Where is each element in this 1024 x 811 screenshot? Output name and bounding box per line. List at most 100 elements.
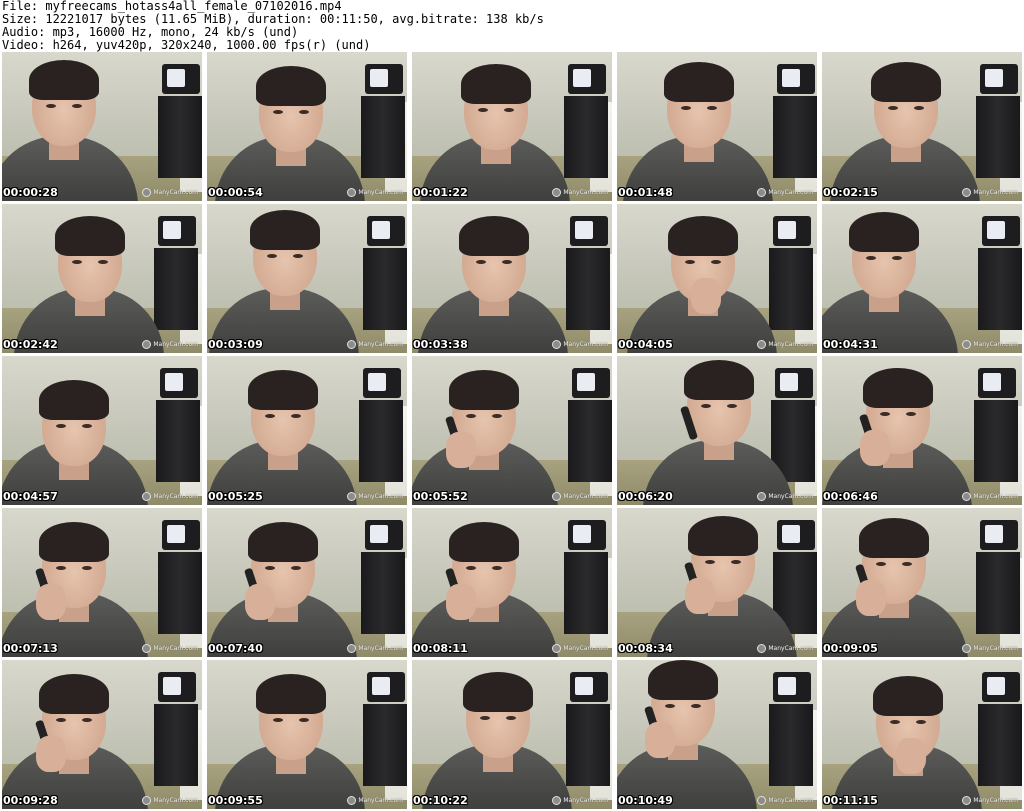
manycam-watermark: ManyCam.com: [552, 340, 608, 349]
manycam-logo-icon: [552, 644, 562, 653]
thumbnail-frame: ManyCam.com 00:07:40: [207, 508, 407, 657]
thumbnail-frame: ManyCam.com 00:05:25: [207, 356, 407, 505]
thumbnail-frame: ManyCam.com 00:11:15: [822, 660, 1022, 809]
thumbnail-timestamp: 00:00:54: [208, 186, 263, 199]
thumbnail-frame: ManyCam.com 00:09:28: [2, 660, 202, 809]
hair: [688, 516, 758, 556]
hair: [871, 62, 941, 102]
thumbnail-frame: ManyCam.com 00:08:34: [617, 508, 817, 657]
watermark-text: ManyCam.com: [358, 189, 403, 196]
thumbnail-frame: ManyCam.com 00:10:49: [617, 660, 817, 809]
thumbnail-frame: ManyCam.com 00:09:05: [822, 508, 1022, 657]
thumbnail-frame: ManyCam.com 00:09:55: [207, 660, 407, 809]
hair: [256, 66, 326, 106]
thumbnail-timestamp: 00:11:15: [823, 794, 878, 807]
hair: [248, 522, 318, 562]
watermark-text: ManyCam.com: [153, 797, 198, 804]
eye-left: [476, 260, 486, 264]
thumbnail-timestamp: 00:06:20: [618, 490, 673, 503]
hair: [29, 60, 99, 100]
eye-right: [916, 720, 926, 724]
manycam-watermark: ManyCam.com: [757, 644, 813, 653]
manycam-watermark: ManyCam.com: [347, 340, 403, 349]
eye-right: [98, 260, 108, 264]
manycam-logo-icon: [142, 796, 152, 805]
webcam-scene: [2, 204, 202, 353]
thumbnail-timestamp: 00:09:05: [823, 642, 878, 655]
eye-right: [293, 254, 303, 258]
watermark-text: ManyCam.com: [153, 341, 198, 348]
manycam-logo-icon: [347, 644, 357, 653]
eye-right: [299, 718, 309, 722]
hand: [446, 432, 476, 468]
hair: [256, 674, 326, 714]
person: [412, 660, 612, 809]
eye-left: [273, 718, 283, 722]
watermark-text: ManyCam.com: [768, 797, 813, 804]
thumbnail-frame: ManyCam.com 00:06:46: [822, 356, 1022, 505]
manycam-watermark: ManyCam.com: [757, 340, 813, 349]
thumbnail-timestamp: 00:02:42: [3, 338, 58, 351]
watermark-text: ManyCam.com: [563, 341, 608, 348]
manycam-logo-icon: [757, 340, 767, 349]
manycam-logo-icon: [552, 188, 562, 197]
thumbnail-frame: ManyCam.com 00:02:42: [2, 204, 202, 353]
manycam-logo-icon: [142, 188, 152, 197]
webcam-scene: [617, 204, 817, 353]
hair: [39, 674, 109, 714]
eye-left: [480, 716, 490, 720]
webcam-scene: [822, 204, 1022, 353]
manycam-watermark: ManyCam.com: [552, 796, 608, 805]
manycam-watermark: ManyCam.com: [142, 796, 198, 805]
watermark-text: ManyCam.com: [563, 645, 608, 652]
thumbnail-grid: ManyCam.com 00:00:28 ManyCam.com 00:00:54 Ma…: [2, 52, 1022, 809]
eye-left: [46, 104, 56, 108]
hair: [449, 522, 519, 562]
thumbnail-frame: ManyCam.com 00:04:57: [2, 356, 202, 505]
eye-left: [265, 414, 275, 418]
thumbnail-timestamp: 00:01:22: [413, 186, 468, 199]
watermark-text: ManyCam.com: [563, 189, 608, 196]
person: [822, 204, 1022, 353]
eye-right: [707, 106, 717, 110]
person: [412, 52, 612, 201]
thumbnail-frame: ManyCam.com 00:03:09: [207, 204, 407, 353]
manycam-watermark: ManyCam.com: [962, 492, 1018, 501]
watermark-text: ManyCam.com: [973, 341, 1018, 348]
eye-right: [502, 260, 512, 264]
hair: [684, 360, 754, 400]
manycam-watermark: ManyCam.com: [962, 340, 1018, 349]
video-info-line: Video: h264, yuv420p, 320x240, 1000.00 f…: [2, 38, 371, 52]
eye-left: [56, 566, 66, 570]
thumbnail-timestamp: 00:08:34: [618, 642, 673, 655]
manycam-watermark: ManyCam.com: [347, 796, 403, 805]
watermark-text: ManyCam.com: [563, 493, 608, 500]
manycam-logo-icon: [757, 796, 767, 805]
person: [207, 52, 407, 201]
person: [2, 660, 202, 809]
manycam-logo-icon: [962, 644, 972, 653]
watermark-text: ManyCam.com: [973, 645, 1018, 652]
webcam-scene: [617, 356, 817, 505]
watermark-text: ManyCam.com: [973, 797, 1018, 804]
person: [822, 508, 1022, 657]
thumbnail-timestamp: 00:02:15: [823, 186, 878, 199]
person: [412, 508, 612, 657]
eye-left: [681, 106, 691, 110]
hair: [55, 216, 125, 256]
person: [822, 356, 1022, 505]
webcam-scene: [207, 508, 407, 657]
manycam-watermark: ManyCam.com: [757, 188, 813, 197]
eye-left: [72, 260, 82, 264]
webcam-scene: [412, 52, 612, 201]
thumbnail-timestamp: 00:00:28: [3, 186, 58, 199]
manycam-watermark: ManyCam.com: [347, 644, 403, 653]
manycam-watermark: ManyCam.com: [142, 340, 198, 349]
manycam-logo-icon: [347, 340, 357, 349]
thumbnail-frame: ManyCam.com 00:02:15: [822, 52, 1022, 201]
hand: [691, 278, 721, 314]
manycam-watermark: ManyCam.com: [142, 492, 198, 501]
manycam-logo-icon: [142, 340, 152, 349]
person: [822, 52, 1022, 201]
manycam-logo-icon: [347, 492, 357, 501]
